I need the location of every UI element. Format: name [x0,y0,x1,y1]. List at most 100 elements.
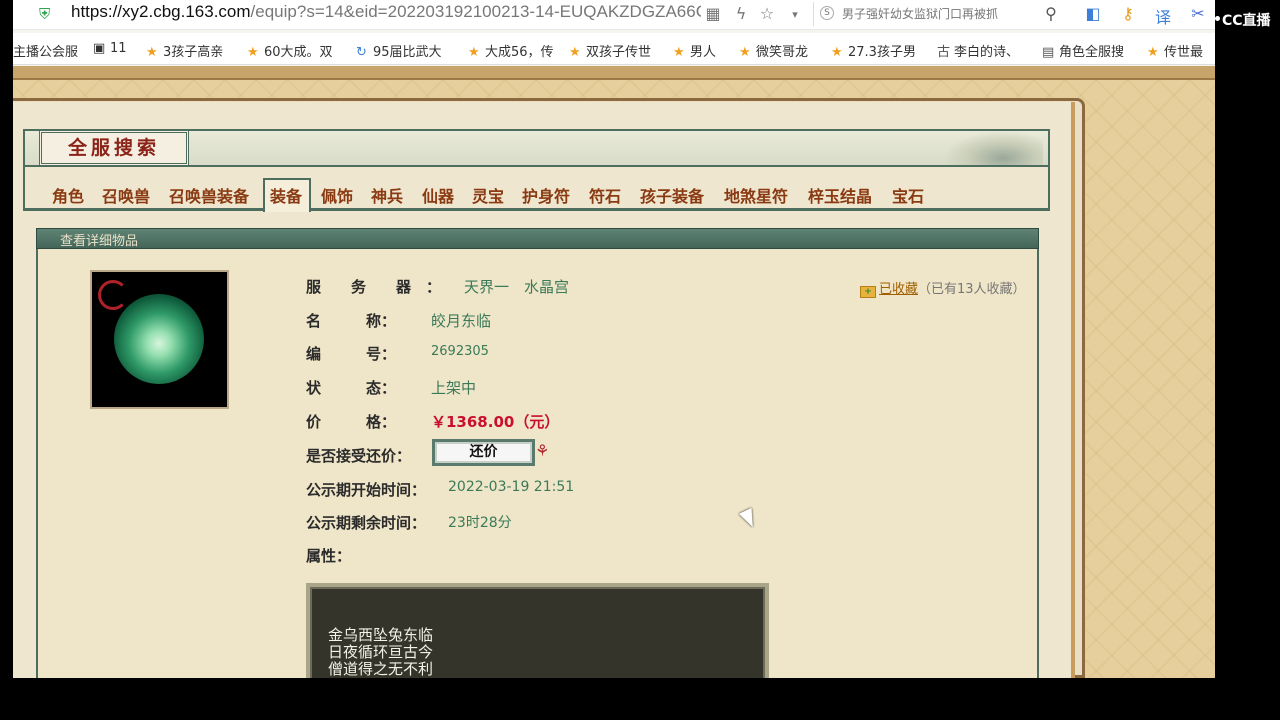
bookmark-item[interactable]: ★ 大成56，传 [468,41,554,60]
bookmark-label: 11 [110,41,127,56]
text-icon: 古 [937,45,951,60]
image-icon: ▣ [93,41,106,56]
address-bar[interactable]: ⛨ https://xy2.cbg.163.com/equip?s=14&eid… [13,0,1215,30]
bookmark-label: 60大成。双 [264,45,333,60]
name-label: 名 称： [306,312,397,330]
tab-gem[interactable]: 宝石 [892,183,924,207]
id-value: 2692305 [431,344,489,359]
detail-section-header: 查看详细物品 [36,228,1039,249]
tab-summon-equipment[interactable]: 召唤兽装备 [169,183,249,207]
folder-plus-icon: + [860,286,876,298]
bookmark-label: 李白的诗、 [954,45,1020,60]
bookmark-item[interactable]: ★ 微笑哥龙 [739,41,808,60]
bookmark-item[interactable]: ★ 60大成。双 [247,41,333,60]
refresh-icon: ↻ [356,45,367,60]
live-mark-text: CC直播 [1222,13,1271,29]
bookmark-item[interactable]: ★ 男人 [673,41,716,60]
secure-shield-icon: ⛨ [39,5,51,23]
publicity-remaining-label: 公示期剩余时间： [306,514,427,532]
attributes-label: 属性： [306,547,352,565]
translate-icon[interactable]: 译 [1153,4,1173,28]
tab-child-equipment[interactable]: 孩子装备 [640,183,704,207]
bookmark-item[interactable]: 古李白的诗、 [937,41,1019,60]
bookmark-item[interactable]: ▣ 11 [93,41,127,56]
bookmark-label: 男人 [690,45,717,60]
item-image [90,270,229,409]
tab-summon-beast[interactable]: 召唤兽 [102,183,150,207]
star-icon: ★ [1147,45,1159,60]
search-icon[interactable]: ⚲ [1041,4,1061,23]
bookmark-item[interactable]: 主播公会服 [13,41,78,60]
tab-spirit-treasure[interactable]: 灵宝 [472,183,504,207]
tab-divine-weapon[interactable]: 神兵 [371,183,403,207]
star-icon: ★ [831,45,843,60]
bookmark-label: 微笑哥龙 [756,45,809,60]
tools-icon[interactable]: ✂ [1188,4,1208,23]
page-icon: ▤ [1042,45,1055,60]
id-label: 编 号： [306,345,397,363]
bookmark-label: 27.3孩子男 [848,45,916,60]
url-host: https://xy2.cbg.163.com [71,2,251,21]
star-icon: ★ [247,45,259,60]
bookmark-label: 95届比武大 [373,45,442,60]
qr-icon[interactable]: ▦ [703,4,723,23]
tab-amulet[interactable]: 护身符 [522,183,570,207]
favorite-link[interactable]: 已收藏 [879,282,918,297]
browser-window: ⛨ https://xy2.cbg.163.com/equip?s=14&eid… [13,0,1215,678]
tab-jade-crystal[interactable]: 梓玉结晶 [808,183,872,207]
key-icon[interactable]: ⚷ [1118,4,1138,23]
knot-icon: ⚘ [535,441,550,460]
tab-accessory[interactable]: 佩饰 [321,183,353,207]
counter-offer-button[interactable]: 还价 [432,439,535,466]
star-icon[interactable]: ☆ [757,4,777,23]
bookmark-item[interactable]: ▤ 角色全服搜 [1042,41,1124,60]
detail-section-title: 查看详细物品 [60,234,139,249]
red-tassel-decoration [98,280,128,310]
status-label: 状 态： [306,379,397,397]
page-title-plate: 全服搜索 [39,130,189,166]
favorite-widget: + 已收藏（已有13人收藏） [860,278,1026,298]
url-field[interactable]: https://xy2.cbg.163.com/equip?s=14&eid=2… [71,2,701,22]
live-dot-icon [1215,16,1220,21]
bookmark-item[interactable]: ★ 双孩子传世 [569,41,651,60]
page-title: 全服搜索 [67,137,160,159]
star-icon: ★ [569,45,581,60]
tab-equipment[interactable]: 装备 [270,183,302,207]
url-path: /equip?s=14&eid=202203192100213-14-EUQAK… [250,2,701,21]
attribute-line: 僧道得之无不利 [328,660,434,678]
server-label: 服 务 器 ： [306,278,442,296]
star-icon: ★ [146,45,158,60]
bookmark-label: 双孩子传世 [586,45,652,60]
price-value: ￥1368.00（元） [431,413,560,431]
server-value: 天界一 水晶宫 [464,278,570,296]
bookmark-item[interactable]: ★ 3孩子高亲 [146,41,223,60]
extension-icon[interactable]: ◧ [1083,4,1103,23]
star-icon: ★ [468,45,480,60]
bookmark-label: 大成56，传 [485,45,554,60]
name-value: 皎月东临 [431,312,492,330]
bookmark-item[interactable]: ★ 传世最 [1147,41,1203,60]
lightning-icon[interactable]: ϟ [731,4,751,23]
tab-rune-stone[interactable]: 符石 [589,183,621,207]
favorite-count: （已有13人收藏） [918,282,1026,297]
tab-immortal-item[interactable]: 仙器 [422,183,454,207]
screen: ⛨ https://xy2.cbg.163.com/equip?s=14&eid… [0,0,1280,720]
star-icon: ★ [673,45,685,60]
search-engine-icon: S [820,6,834,20]
bookmark-label: 角色全服搜 [1059,45,1125,60]
publicity-remaining-value: 23时28分 [448,515,512,531]
bookmark-item[interactable]: ↻ 95届比武大 [356,41,442,60]
bookmark-item[interactable]: ★ 27.3孩子男 [831,41,916,60]
price-label: 价 格： [306,413,397,431]
offer-label: 是否接受还价： [306,447,412,465]
publicity-start-value: 2022-03-19 21:51 [448,479,575,495]
tab-star-talisman[interactable]: 地煞星符 [724,183,788,207]
search-input[interactable]: S 男子强奸幼女监狱门口再被抓 [813,2,1065,26]
jade-orb-icon [114,294,204,384]
tab-role[interactable]: 角色 [52,183,84,207]
chevron-down-icon[interactable]: ▾ [785,8,805,21]
publicity-start-label: 公示期开始时间： [306,481,427,499]
landscape-decoration [943,131,1043,165]
bookmark-label: 3孩子高亲 [163,45,224,60]
search-text: 男子强奸幼女监狱门口再被抓 [842,7,999,21]
